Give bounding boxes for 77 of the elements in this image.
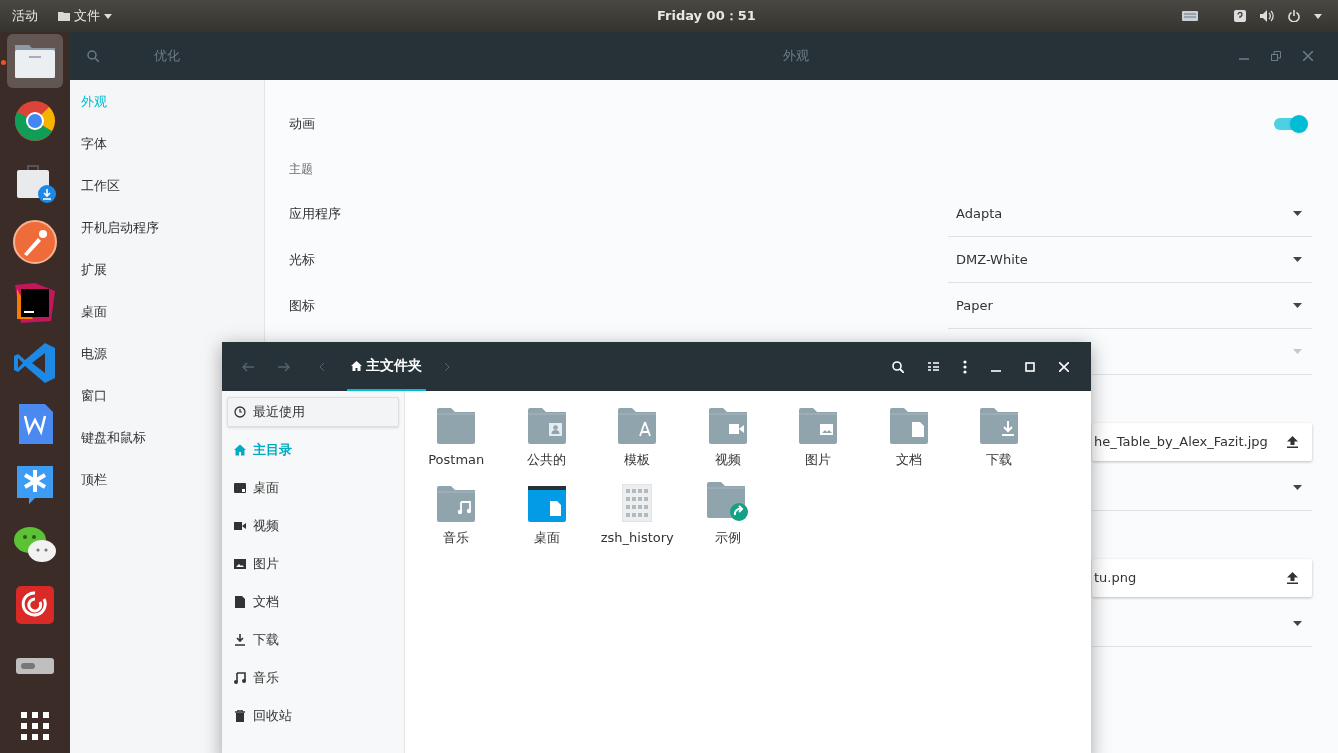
volume-icon[interactable] bbox=[1260, 10, 1274, 22]
places-item[interactable]: 视频 bbox=[227, 511, 399, 541]
restore-icon[interactable] bbox=[1271, 51, 1281, 61]
power-icon[interactable] bbox=[1288, 10, 1300, 22]
music-note-icon bbox=[234, 672, 246, 684]
clock-icon bbox=[234, 406, 246, 418]
file-label[interactable]: 示例 bbox=[714, 528, 741, 548]
sidebar-item[interactable]: 桌面 bbox=[81, 291, 107, 333]
monitor-icon bbox=[234, 482, 246, 494]
dropdown[interactable]: Adapta bbox=[948, 191, 1312, 237]
sidebar-item[interactable]: 扩展 bbox=[81, 249, 107, 291]
image-folder-icon bbox=[799, 408, 838, 444]
file-label[interactable]: Postman bbox=[428, 450, 485, 470]
question-box-icon[interactable] bbox=[1234, 10, 1246, 22]
image-icon bbox=[234, 558, 246, 570]
trash-icon bbox=[234, 710, 246, 722]
activities-button[interactable]: 活动 bbox=[12, 6, 38, 26]
file-chooser-button[interactable]: tu.png bbox=[1092, 559, 1312, 597]
caret-icon[interactable] bbox=[1314, 13, 1322, 19]
file-label[interactable]: zsh_history bbox=[600, 528, 674, 548]
section-heading: 主题 bbox=[289, 161, 313, 178]
setting-label: 光标 bbox=[289, 251, 315, 270]
file-label[interactable]: 文档 bbox=[895, 450, 922, 470]
file-label[interactable]: 视频 bbox=[714, 450, 741, 470]
home-icon bbox=[351, 360, 362, 371]
sidebar-item[interactable]: 电源 bbox=[81, 333, 107, 375]
file-chooser-button[interactable]: he_Table_by_Alex_Fazit.jpg bbox=[1092, 423, 1312, 461]
sidebar-item[interactable]: 键盘和鼠标 bbox=[81, 417, 146, 459]
pen-circle-icon bbox=[11, 218, 59, 267]
video-folder-icon bbox=[708, 408, 747, 444]
file-label[interactable]: 下载 bbox=[986, 450, 1013, 470]
places-item[interactable]: 桌面 bbox=[227, 473, 399, 503]
file-label[interactable]: 公共的 bbox=[527, 450, 567, 470]
places-item[interactable]: 回收站 bbox=[227, 701, 399, 731]
places-item[interactable]: 图片 bbox=[227, 549, 399, 579]
folder-icon bbox=[58, 11, 70, 21]
search-icon[interactable] bbox=[892, 360, 904, 373]
places-item[interactable]: 最近使用 bbox=[227, 397, 399, 427]
file-label[interactable]: 模板 bbox=[624, 450, 651, 470]
sidebar-item[interactable]: 开机启动程序 bbox=[81, 207, 159, 249]
download-folder-icon bbox=[980, 408, 1019, 444]
sidebar-item[interactable]: 顶栏 bbox=[81, 459, 107, 501]
more-options-icon[interactable] bbox=[963, 359, 967, 374]
file-label[interactable]: 图片 bbox=[805, 450, 832, 470]
caret-icon bbox=[104, 13, 112, 19]
sidebar-item[interactable]: 工作区 bbox=[81, 165, 120, 207]
document-icon bbox=[234, 596, 246, 608]
setting-label: 图标 bbox=[289, 297, 315, 316]
app-menu[interactable]: 文件 bbox=[58, 6, 112, 26]
person-folder-icon bbox=[527, 408, 566, 444]
folder-icon bbox=[437, 408, 476, 444]
upload-icon bbox=[1287, 436, 1298, 448]
file-label[interactable]: 桌面 bbox=[533, 528, 560, 548]
places-item[interactable]: 下载 bbox=[227, 625, 399, 655]
places-item[interactable]: 音乐 bbox=[227, 663, 399, 693]
dropdown[interactable]: Paper bbox=[948, 283, 1312, 329]
video-camera-icon bbox=[234, 520, 246, 532]
download-icon bbox=[234, 634, 246, 646]
sidebar-item[interactable]: 窗口 bbox=[81, 375, 107, 417]
running-indicator bbox=[1, 60, 6, 65]
file-label[interactable]: 音乐 bbox=[443, 528, 470, 548]
sidebar-item[interactable]: 字体 bbox=[81, 123, 107, 165]
sidebar-title: 优化 bbox=[154, 47, 180, 66]
music-folder-icon bbox=[437, 486, 476, 522]
setting-label: 动画 bbox=[289, 115, 315, 134]
linked-folder-icon bbox=[706, 482, 749, 522]
dropdown[interactable]: DMZ-White bbox=[948, 237, 1312, 283]
upload-icon bbox=[1287, 572, 1298, 584]
document-folder-icon bbox=[889, 408, 928, 444]
desktop-folder-icon bbox=[527, 486, 566, 522]
clock[interactable]: Friday 00：51 bbox=[657, 6, 756, 26]
setting-label: 应用程序 bbox=[289, 205, 341, 224]
maximize-icon[interactable] bbox=[1025, 361, 1035, 372]
window-title: 外观 bbox=[783, 47, 809, 66]
home-icon bbox=[234, 444, 246, 456]
list-view-icon[interactable] bbox=[928, 362, 939, 371]
places-item[interactable]: 文档 bbox=[227, 587, 399, 617]
